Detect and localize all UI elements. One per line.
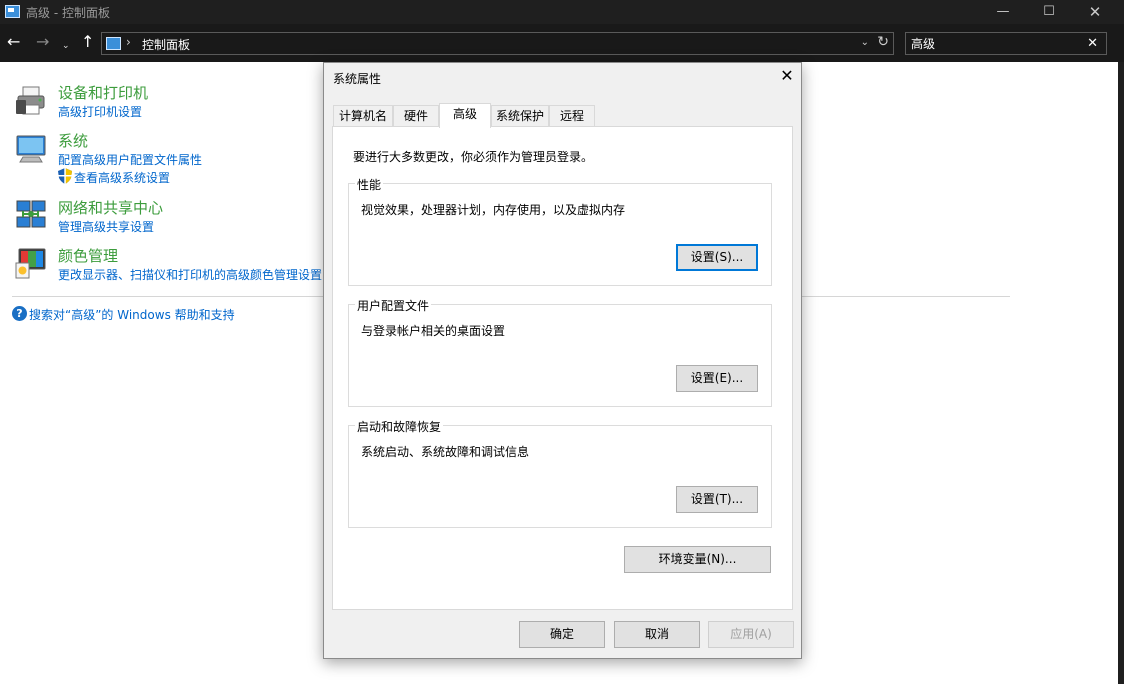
apply-button[interactable]: 应用(A) bbox=[708, 621, 794, 648]
result-title-devices-printers[interactable]: 设备和打印机 bbox=[58, 82, 148, 103]
search-input[interactable] bbox=[906, 33, 1081, 54]
performance-settings-button[interactable]: 设置(S)... bbox=[676, 244, 758, 271]
chevron-down-icon[interactable]: ⌄ bbox=[861, 37, 869, 48]
result-title-network-sharing[interactable]: 网络和共享中心 bbox=[58, 197, 163, 218]
breadcrumb-chevron-icon[interactable]: › bbox=[126, 35, 131, 49]
refresh-icon[interactable]: ↻ bbox=[877, 34, 889, 50]
tab-remote[interactable]: 远程 bbox=[549, 105, 595, 127]
help-icon: ? bbox=[12, 306, 27, 321]
link-advanced-system-settings[interactable]: 查看高级系统设置 bbox=[74, 169, 170, 186]
recent-locations-chevron-icon[interactable]: ⌄ bbox=[62, 38, 70, 54]
user-profiles-label: 用户配置文件 bbox=[355, 297, 432, 314]
tab-system-protection[interactable]: 系统保护 bbox=[491, 105, 549, 127]
window-title: 高级 - 控制面板 bbox=[26, 6, 110, 20]
performance-label: 性能 bbox=[355, 176, 384, 193]
tab-hardware[interactable]: 硬件 bbox=[393, 105, 439, 127]
result-title-system[interactable]: 系统 bbox=[58, 130, 88, 151]
side-strip bbox=[1118, 62, 1124, 684]
search-box: ✕ bbox=[905, 32, 1107, 55]
up-arrow-icon[interactable]: ↑ bbox=[81, 34, 94, 50]
color-management-icon bbox=[15, 248, 46, 279]
help-search-link[interactable]: 搜索对“高级”的 Windows 帮助和支持 bbox=[29, 306, 235, 323]
dialog-close-button[interactable]: ✕ bbox=[775, 66, 799, 86]
startup-recovery-description: 系统启动、系统故障和调试信息 bbox=[361, 445, 530, 459]
minimize-button[interactable]: — bbox=[980, 0, 1026, 24]
address-bar[interactable]: › 控制面板 ⌄ ↻ bbox=[101, 32, 894, 55]
control-panel-icon bbox=[106, 37, 121, 50]
user-profiles-description: 与登录帐户相关的桌面设置 bbox=[361, 324, 506, 338]
navigation-bar: ← → ⌄ ↑ › 控制面板 ⌄ ↻ ✕ bbox=[0, 24, 1124, 62]
ok-button[interactable]: 确定 bbox=[519, 621, 605, 648]
printer-icon bbox=[16, 86, 45, 115]
link-advanced-sharing-settings[interactable]: 管理高级共享设置 bbox=[58, 218, 154, 235]
environment-variables-button[interactable]: 环境变量(N)... bbox=[624, 546, 771, 573]
startup-recovery-settings-button[interactable]: 设置(T)... bbox=[676, 486, 758, 513]
result-title-color-management[interactable]: 颜色管理 bbox=[58, 245, 118, 266]
link-advanced-color-settings[interactable]: 更改显示器、扫描仪和打印机的高级颜色管理设置 bbox=[58, 266, 322, 283]
link-user-profile-properties[interactable]: 配置高级用户配置文件属性 bbox=[58, 151, 202, 168]
performance-group: 性能 视觉效果，处理器计划，内存使用，以及虚拟内存 设置(S)... bbox=[348, 176, 772, 286]
maximize-button[interactable]: ☐ bbox=[1026, 0, 1072, 24]
close-window-button[interactable]: ✕ bbox=[1072, 0, 1118, 24]
cancel-button[interactable]: 取消 bbox=[614, 621, 700, 648]
system-properties-dialog: 系统属性 ✕ 计算机名 硬件 高级 系统保护 远程 要进行大多数更改，你必须作为… bbox=[323, 62, 802, 659]
back-arrow-icon[interactable]: ← bbox=[7, 34, 20, 50]
network-icon bbox=[16, 200, 46, 228]
breadcrumb-control-panel[interactable]: 控制面板 bbox=[142, 36, 190, 53]
performance-description: 视觉效果，处理器计划，内存使用，以及虚拟内存 bbox=[361, 203, 626, 217]
uac-shield-icon bbox=[58, 168, 72, 184]
dialog-title: 系统属性 bbox=[333, 72, 382, 86]
startup-recovery-group: 启动和故障恢复 系统启动、系统故障和调试信息 设置(T)... bbox=[348, 418, 772, 528]
forward-arrow-icon[interactable]: → bbox=[36, 34, 49, 50]
advanced-tab-panel: 要进行大多数更改，你必须作为管理员登录。 性能 视觉效果，处理器计划，内存使用，… bbox=[332, 126, 793, 610]
user-profiles-settings-button[interactable]: 设置(E)... bbox=[676, 365, 758, 392]
link-advanced-printer-settings[interactable]: 高级打印机设置 bbox=[58, 103, 142, 120]
user-profiles-group: 用户配置文件 与登录帐户相关的桌面设置 设置(E)... bbox=[348, 297, 772, 407]
computer-icon bbox=[16, 135, 46, 163]
admin-notice: 要进行大多数更改，你必须作为管理员登录。 bbox=[353, 150, 594, 164]
control-panel-icon bbox=[5, 5, 20, 18]
clear-search-icon[interactable]: ✕ bbox=[1087, 36, 1098, 51]
tab-advanced[interactable]: 高级 bbox=[439, 103, 491, 128]
startup-recovery-label: 启动和故障恢复 bbox=[355, 418, 444, 435]
tab-computer-name[interactable]: 计算机名 bbox=[333, 105, 393, 127]
title-bar: 高级 - 控制面板 — ☐ ✕ bbox=[0, 0, 1124, 24]
